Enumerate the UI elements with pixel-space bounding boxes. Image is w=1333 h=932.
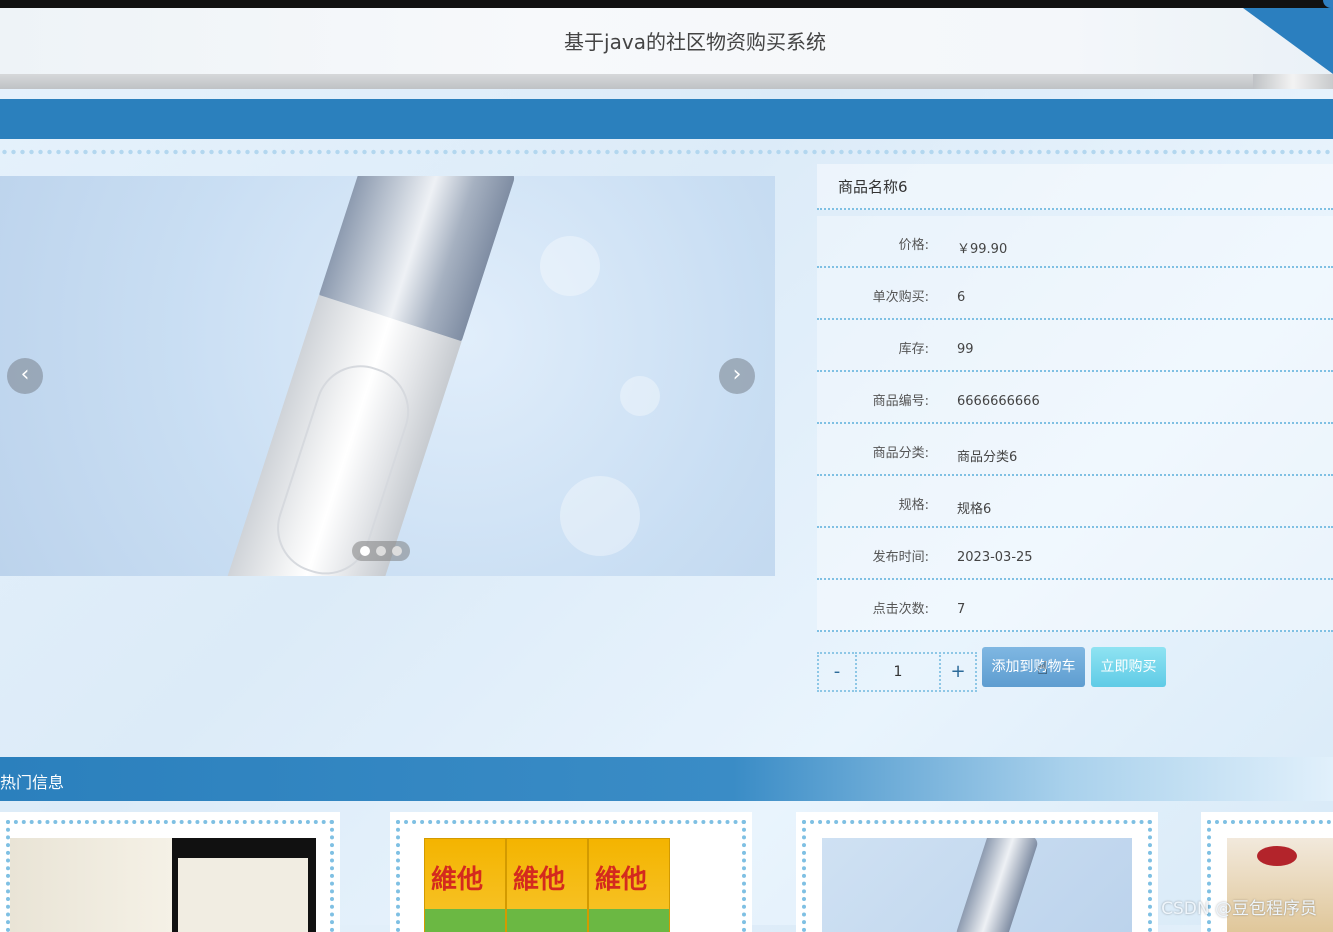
field-value: 2023-03-25 (957, 550, 1033, 565)
drink-pack: 維他 (588, 838, 670, 932)
drink-pack: 維他 (424, 838, 506, 932)
header-shadow-bar (0, 74, 1333, 89)
hot-item-card[interactable]: 維他 維他 維他 (390, 812, 752, 932)
field-label: 规格: (898, 498, 929, 513)
image-detail (1257, 846, 1297, 866)
info-row-price: 价格: ￥99.90 (817, 216, 1333, 268)
header-corner-decoration (1243, 8, 1333, 74)
nav-bar (0, 99, 1333, 139)
bokeh-light (620, 376, 660, 416)
product-info-panel: 商品名称6 价格: ￥99.90 单次购买: 6 库存: 99 商品编号: 666666… (817, 164, 1333, 632)
quantity-minus-button[interactable]: - (817, 652, 857, 692)
hand-cursor-icon: ☝ (1037, 658, 1048, 679)
carousel-prev-button[interactable]: ‹ (7, 358, 43, 394)
field-value: 商品分类6 (957, 450, 1018, 465)
add-to-cart-button[interactable]: 添加到购物车 (982, 647, 1085, 687)
hot-item-image-drinks: 維他 維他 維他 (424, 838, 718, 932)
info-row-stock: 库存: 99 (817, 320, 1333, 372)
field-label: 商品编号: (872, 394, 929, 409)
corner-mark (1323, 0, 1333, 8)
field-value: 6 (957, 290, 966, 305)
field-label: 发布时间: (872, 550, 929, 565)
info-row-per-purchase: 单次购买: 6 (817, 268, 1333, 320)
field-label: 点击次数: (872, 602, 929, 617)
carousel-dot[interactable] (392, 546, 402, 556)
product-name: 商品名称6 (817, 164, 1333, 210)
hot-item-card[interactable] (0, 812, 340, 932)
info-row-spec: 规格: 规格6 (817, 476, 1333, 528)
field-label: 价格: (898, 238, 929, 253)
field-value: 7 (957, 602, 966, 617)
site-title: 基于java的社区物资购买系统 (564, 30, 826, 54)
info-row-product-code: 商品编号: 6666666666 (817, 372, 1333, 424)
hot-info-title: 热门信息 (0, 773, 65, 792)
bokeh-light (540, 236, 600, 296)
browser-top-strip (0, 0, 1333, 8)
carousel-next-button[interactable]: › (719, 358, 755, 394)
product-image-bottle (207, 176, 517, 576)
hot-item-card[interactable] (796, 812, 1158, 932)
info-row-publish-time: 发布时间: 2023-03-25 (817, 528, 1333, 580)
dotted-divider (0, 148, 1333, 156)
quantity-plus-button[interactable]: + (939, 652, 977, 692)
quantity-stepper: - 1 + (817, 652, 977, 692)
shadow-highlight (1253, 74, 1333, 89)
buy-now-button[interactable]: 立即购买 (1091, 647, 1166, 687)
carousel-indicators (352, 541, 410, 561)
product-image-carousel[interactable] (0, 176, 775, 576)
field-value: 规格6 (957, 502, 992, 517)
bokeh-light (560, 476, 640, 556)
quantity-input[interactable]: 1 (855, 652, 941, 692)
field-value: ￥99.90 (957, 242, 1008, 257)
field-value: 6666666666 (957, 394, 1040, 409)
hot-info-section-header: 热门信息 (0, 757, 1333, 801)
book-cover-dark (172, 838, 316, 932)
hot-item-image-bottle (822, 838, 1132, 932)
field-label: 库存: (898, 342, 929, 357)
book-cover (10, 838, 172, 932)
info-row-click-count: 点击次数: 7 (817, 580, 1333, 632)
carousel-dot-active[interactable] (360, 546, 370, 556)
field-label: 商品分类: (872, 446, 929, 461)
drink-pack: 維他 (506, 838, 588, 932)
carousel-dot[interactable] (376, 546, 386, 556)
site-header: 基于java的社区物资购买系统 (0, 8, 1333, 74)
field-value: 99 (957, 342, 974, 357)
info-row-category: 商品分类: 商品分类6 (817, 424, 1333, 476)
field-label: 单次购买: (872, 290, 929, 305)
hot-item-image-books (10, 838, 316, 932)
csdn-watermark: CSDN @豆包程序员 (1161, 899, 1317, 919)
bottle-thumbnail (954, 838, 1040, 932)
